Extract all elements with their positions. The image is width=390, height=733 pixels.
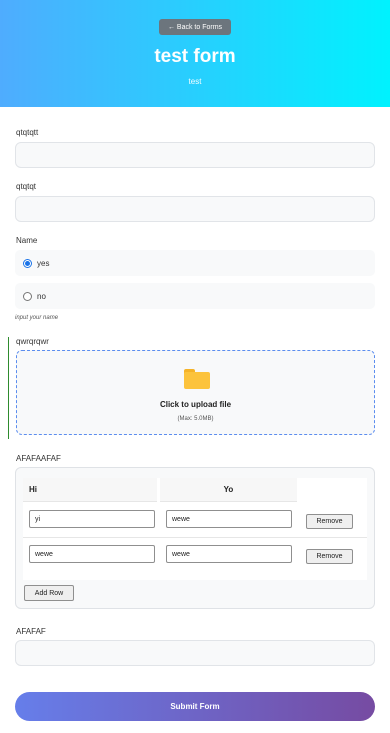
row-divider [23,537,367,538]
file-upload-dropzone[interactable]: Click to upload file (Max: 5.0MB) [16,350,375,435]
form-subtitle: test [188,77,202,86]
table-cell-input[interactable]: yi [29,510,155,528]
column-header-hi: Hi [23,478,157,502]
upload-size-limit: (Max: 5.0MB) [177,416,214,422]
radio-label-yes: yes [37,258,50,268]
field-label-qtqtqtt: qtqtqtt [16,128,39,137]
text-input-qtqtqt[interactable] [15,196,375,222]
data-table: Hi Yo yi wewe Remove wewe wewe Remove [23,478,367,580]
upload-title: Click to upload file [159,400,232,409]
field-label-table: AFAFAAFAF [16,454,61,463]
upload-focus-indicator [8,337,9,439]
column-header-yo: Yo [160,478,297,502]
radio-option-no[interactable]: no [15,283,375,309]
radio-checked-icon[interactable] [23,258,32,268]
form-header: ← Back to Forms test form test [0,0,390,107]
table-cell-input[interactable]: wewe [29,545,155,563]
submit-form-button[interactable]: Submit Form [15,692,375,721]
folder-icon [184,369,210,389]
name-help-text: input your name [15,315,59,321]
back-to-forms-button[interactable]: ← Back to Forms [159,19,231,35]
add-row-button[interactable]: Add Row [24,585,74,601]
field-label-upload: qwrqrqwr [16,337,49,346]
radio-label-no: no [37,291,46,301]
field-label-qtqtqt: qtqtqt [16,182,37,191]
remove-row-button[interactable]: Remove [306,514,353,529]
remove-row-button[interactable]: Remove [306,549,353,564]
table-cell-input[interactable]: wewe [166,510,292,528]
text-input-qtqtqtt[interactable] [15,142,375,168]
radio-unchecked-icon[interactable] [23,291,32,301]
field-label-afafaf: AFAFAF [16,627,46,636]
text-input-afafaf[interactable] [15,640,375,666]
radio-option-yes[interactable]: yes [15,250,375,276]
field-label-name: Name [16,236,38,245]
table-cell-input[interactable]: wewe [166,545,292,563]
form-title: test form [154,46,236,67]
table-field: Hi Yo yi wewe Remove wewe wewe Remove Ad… [15,467,375,609]
